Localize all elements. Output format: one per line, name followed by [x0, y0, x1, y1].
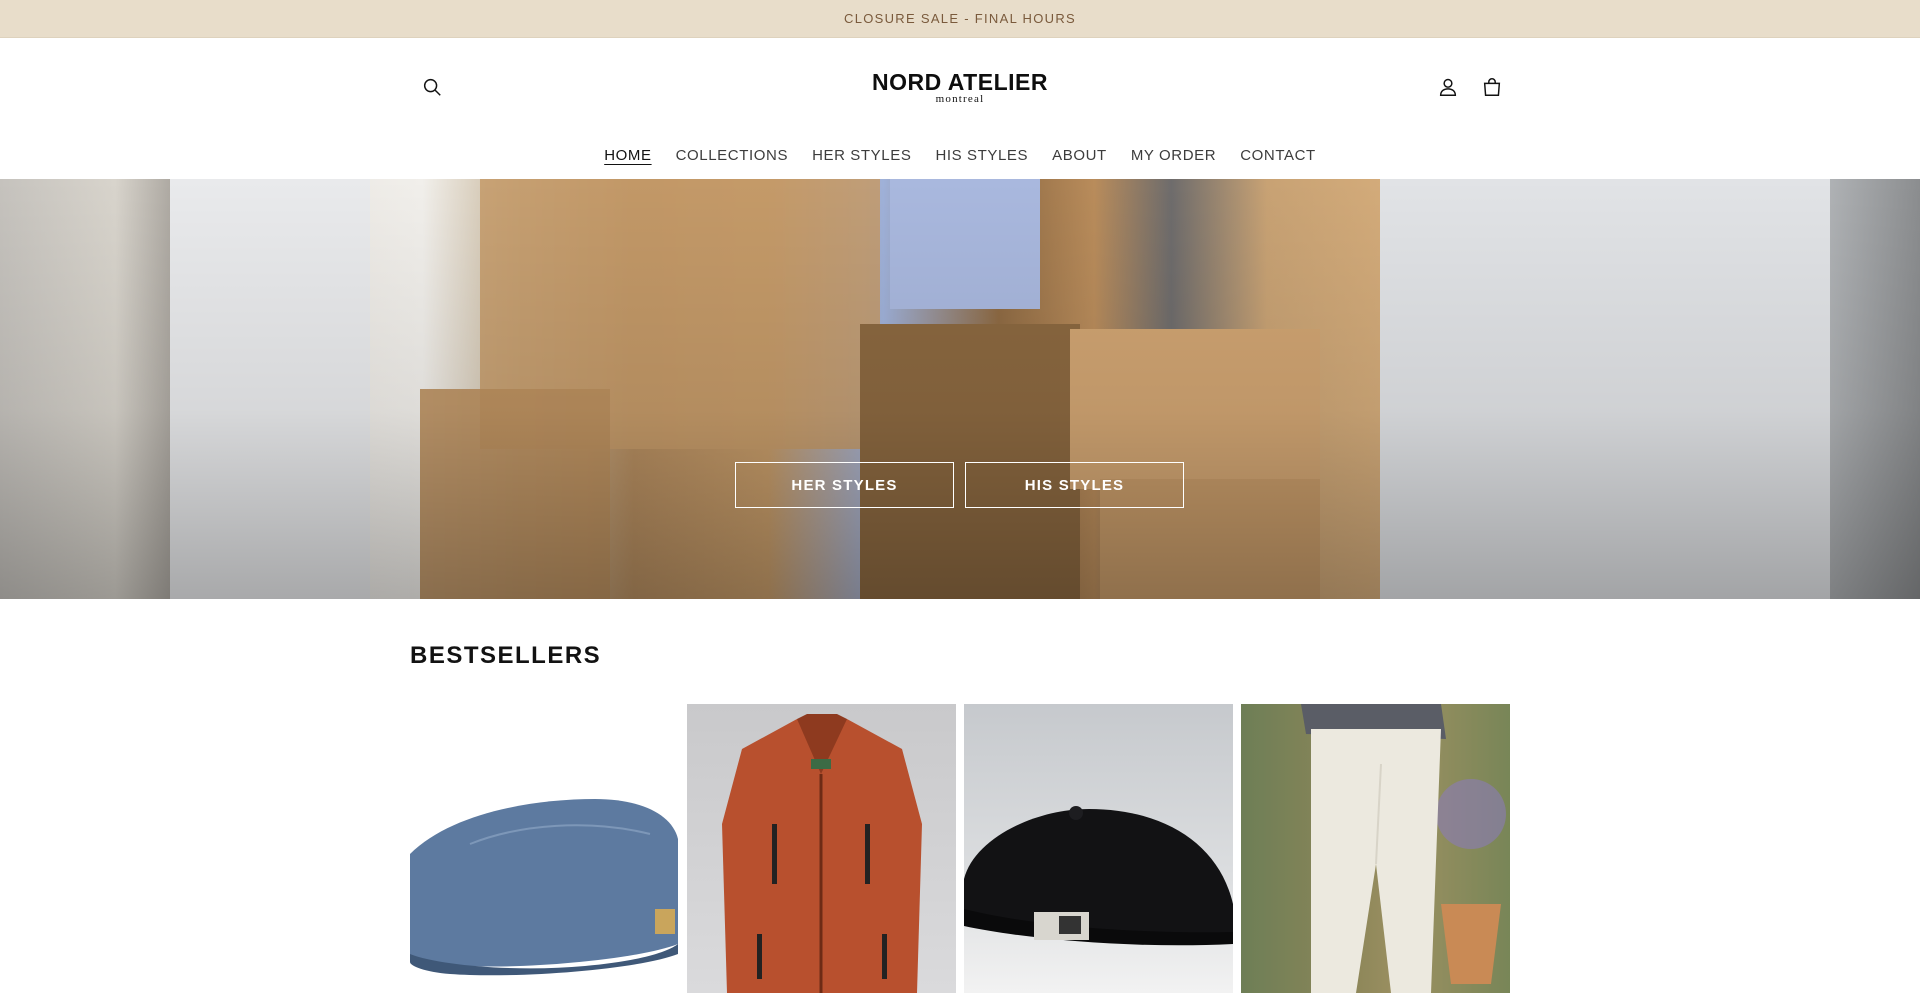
site-logo[interactable]: NORD ATELIER montreal: [860, 70, 1060, 105]
orange-vest-image: [722, 714, 922, 993]
nav-collections[interactable]: COLLECTIONS: [676, 146, 788, 166]
site-header: NORD ATELIER montreal HOME COLLECTIONS H…: [0, 38, 1920, 179]
nav-contact[interactable]: CONTACT: [1240, 146, 1316, 166]
hero-banner: HER STYLES HIS STYLES: [0, 179, 1920, 599]
announcement-text: CLOSURE SALE - FINAL HOURS: [844, 11, 1076, 26]
product-card-cream-trousers[interactable]: [1241, 704, 1510, 993]
nav-her-styles[interactable]: HER STYLES: [812, 146, 911, 166]
black-cap-image: [964, 806, 1233, 946]
account-button[interactable]: [1432, 71, 1464, 103]
cart-icon: [1483, 78, 1501, 96]
product-card-black-cap[interactable]: [964, 704, 1233, 993]
denim-cap-image: [410, 799, 678, 976]
nav-his-styles[interactable]: HIS STYLES: [935, 146, 1028, 166]
account-icon: [1439, 78, 1457, 96]
logo-subtitle: montreal: [935, 93, 985, 105]
logo-wordmark: NORD ATELIER: [872, 69, 1048, 95]
hero-her-styles-button[interactable]: HER STYLES: [735, 462, 954, 508]
bestsellers-heading: BESTSELLERS: [410, 642, 602, 669]
announcement-bar: CLOSURE SALE - FINAL HOURS: [0, 0, 1920, 38]
nav-about[interactable]: ABOUT: [1052, 146, 1107, 166]
product-grid: [410, 704, 1510, 993]
nav-my-order[interactable]: MY ORDER: [1131, 146, 1216, 166]
hero-buttons: HER STYLES HIS STYLES: [735, 462, 1184, 508]
hero-overlay: [0, 179, 1920, 599]
search-button[interactable]: [416, 71, 448, 103]
nav-home[interactable]: HOME: [604, 146, 651, 166]
search-icon: [423, 78, 441, 96]
main-navigation: HOME COLLECTIONS HER STYLES HIS STYLES A…: [0, 146, 1920, 166]
cream-trousers-image: [1241, 704, 1510, 993]
product-card-denim-cap[interactable]: [410, 704, 679, 993]
product-card-orange-vest[interactable]: [687, 704, 956, 993]
hero-his-styles-button[interactable]: HIS STYLES: [965, 462, 1184, 508]
cart-button[interactable]: [1476, 71, 1508, 103]
